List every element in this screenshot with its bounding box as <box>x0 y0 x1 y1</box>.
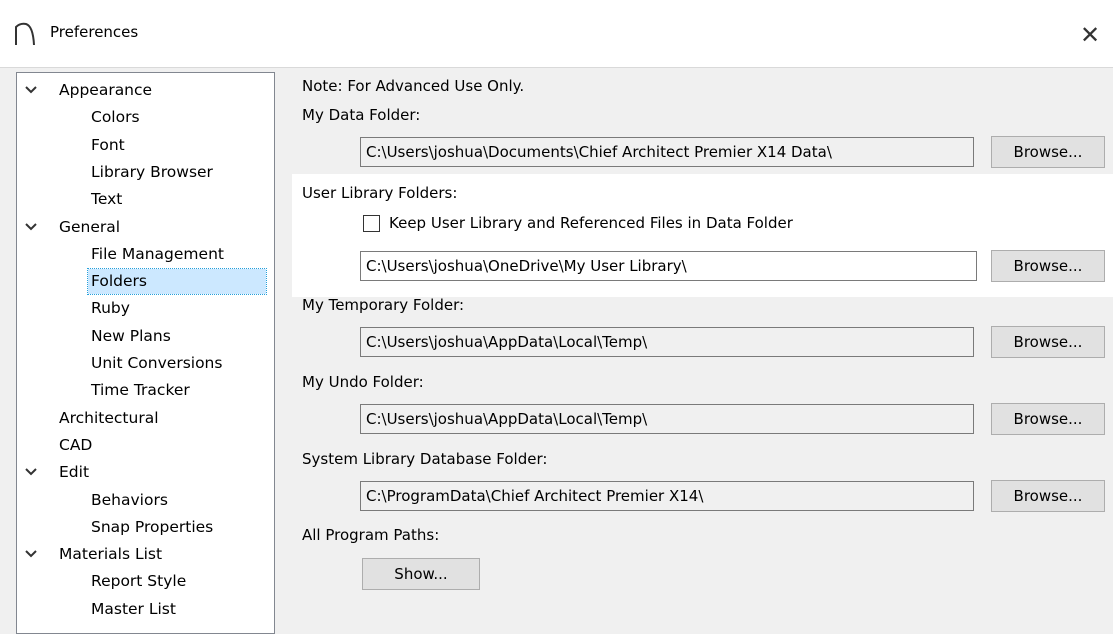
tree-item-label: Library Browser <box>91 162 213 181</box>
system-library-field[interactable]: C:\ProgramData\Chief Architect Premier X… <box>360 481 974 511</box>
tree-item-label: Font <box>91 135 125 154</box>
tree-item-label: Appearance <box>59 81 153 99</box>
tree-item-font[interactable]: Font <box>91 132 125 159</box>
tree-item-label: Folders <box>87 268 267 296</box>
data-folder-field[interactable]: C:\Users\joshua\Documents\Chief Architec… <box>360 137 974 167</box>
undo-folder-field[interactable]: C:\Users\joshua\AppData\Local\Temp\ <box>360 404 974 434</box>
tree-item-label: Master List <box>91 599 176 618</box>
tree-item-colors[interactable]: Colors <box>91 104 140 131</box>
tree-item-cad[interactable]: CAD <box>59 432 92 459</box>
category-tree[interactable]: Appearance Colors Font Library Browser Text G… <box>16 72 275 634</box>
tree-item-file-management[interactable]: File Management <box>91 241 224 268</box>
undo-folder-label: My Undo Folder: <box>302 373 424 391</box>
tree-item-time-tracker[interactable]: Time Tracker <box>91 377 190 404</box>
tree-item-label: Ruby <box>91 299 130 318</box>
tree-item-label: Text <box>91 190 123 209</box>
tree-item-general[interactable]: General <box>25 214 121 241</box>
undo-folder-browse-button[interactable]: Browse... <box>991 403 1105 435</box>
tree-item-folders[interactable]: Folders <box>87 268 267 296</box>
tree-item-library-browser[interactable]: Library Browser <box>91 159 213 186</box>
tree-item-snap-properties[interactable]: Snap Properties <box>91 514 213 541</box>
chevron-down-icon[interactable] <box>23 214 39 241</box>
tree-item-report-style[interactable]: Report Style <box>91 568 186 595</box>
tree-item-label: File Management <box>91 244 224 263</box>
tree-item-master-list[interactable]: Master List <box>91 596 176 623</box>
tree-item-new-plans[interactable]: New Plans <box>91 323 171 350</box>
keep-in-data-folder-label[interactable]: Keep User Library and Referenced Files i… <box>389 214 793 232</box>
tree-item-label: General <box>59 217 121 236</box>
tree-item-materials-list[interactable]: Materials List <box>25 541 163 568</box>
tree-item-label: CAD <box>59 435 93 454</box>
chief-architect-logo-icon <box>15 22 35 46</box>
data-folder-browse-button[interactable]: Browse... <box>991 136 1105 168</box>
user-library-field[interactable]: C:\Users\joshua\OneDrive\My User Library… <box>360 251 977 281</box>
temp-folder-field[interactable]: C:\Users\joshua\AppData\Local\Temp\ <box>360 327 974 357</box>
data-folder-label: My Data Folder: <box>302 106 421 124</box>
user-library-label: User Library Folders: <box>302 184 458 202</box>
keep-in-data-folder-checkbox[interactable] <box>363 215 380 232</box>
user-library-browse-button[interactable]: Browse... <box>991 250 1105 282</box>
tree-item-unit-conversions[interactable]: Unit Conversions <box>91 350 222 377</box>
tree-item-label: Architectural <box>59 408 159 427</box>
tree-item-label: Unit Conversions <box>91 354 223 372</box>
tree-item-appearance[interactable]: Appearance <box>25 77 153 104</box>
tree-item-architectural[interactable]: Architectural <box>59 405 159 432</box>
all-program-paths-label: All Program Paths: <box>302 526 440 544</box>
temp-folder-label: My Temporary Folder: <box>302 296 465 314</box>
chevron-down-icon[interactable] <box>23 459 39 486</box>
close-icon[interactable]: ✕ <box>1067 6 1113 64</box>
show-paths-button[interactable]: Show... <box>362 558 480 590</box>
title-bar: Preferences ✕ <box>0 0 1113 68</box>
advanced-note: Note: For Advanced Use Only. <box>302 77 525 95</box>
tree-item-text[interactable]: Text <box>91 186 122 213</box>
tree-item-ruby[interactable]: Ruby <box>91 295 130 322</box>
temp-folder-browse-button[interactable]: Browse... <box>991 326 1105 358</box>
tree-item-edit[interactable]: Edit <box>25 459 90 486</box>
tree-item-label: Report Style <box>91 572 187 591</box>
tree-item-label: Colors <box>91 108 140 127</box>
chevron-down-icon[interactable] <box>23 77 39 104</box>
tree-item-behaviors[interactable]: Behaviors <box>91 487 168 514</box>
tree-item-label: Materials List <box>59 545 163 564</box>
tree-item-label: Time Tracker <box>91 381 190 400</box>
window-title: Preferences <box>50 23 139 41</box>
tree-item-label: Snap Properties <box>91 517 214 536</box>
tree-item-label: Edit <box>59 463 90 482</box>
system-library-label: System Library Database Folder: <box>302 450 548 468</box>
system-library-browse-button[interactable]: Browse... <box>991 480 1105 512</box>
tree-item-label: Behaviors <box>91 490 168 509</box>
tree-item-label: New Plans <box>91 326 171 345</box>
chevron-down-icon[interactable] <box>23 541 39 568</box>
